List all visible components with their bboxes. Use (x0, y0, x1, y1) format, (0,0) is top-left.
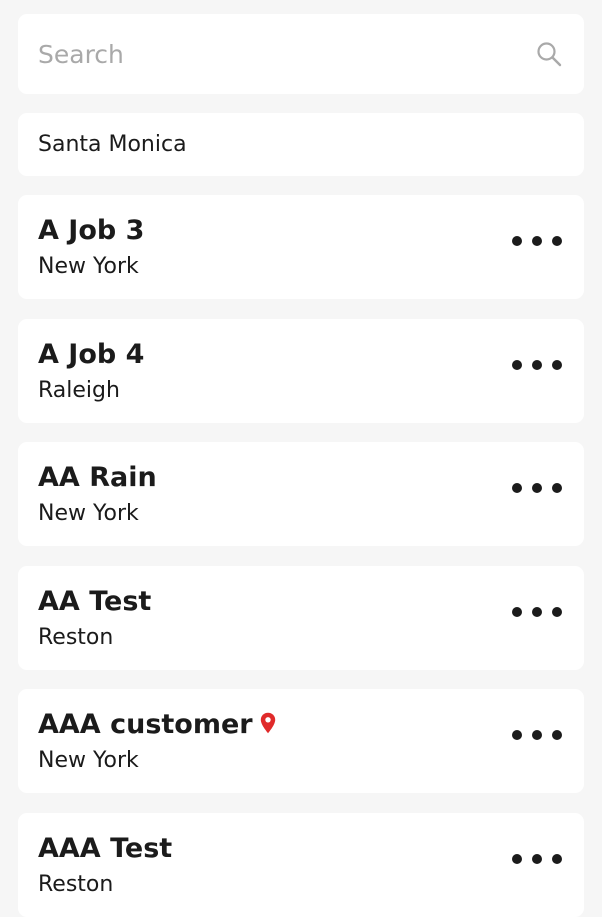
job-card[interactable]: AA Rain New York (18, 442, 584, 546)
search-bar[interactable] (18, 14, 584, 94)
job-title-row: AAA customer (38, 709, 276, 741)
more-options-icon[interactable] (512, 721, 562, 749)
job-city: New York (38, 254, 139, 279)
job-city: Reston (38, 625, 114, 650)
job-title-row: AA Test (38, 586, 151, 618)
job-city: New York (38, 501, 139, 526)
more-options-icon[interactable] (512, 351, 562, 379)
more-options-icon[interactable] (512, 598, 562, 626)
job-title: A Job 4 (38, 339, 145, 370)
job-city: Raleigh (38, 378, 120, 403)
search-input[interactable] (38, 14, 508, 94)
job-title-row: AA Rain (38, 462, 157, 494)
job-title-row: A Job 3 (38, 215, 144, 247)
location-filter-value: Santa Monica (38, 132, 187, 157)
job-title: AA Rain (38, 462, 157, 493)
more-options-icon[interactable] (512, 845, 562, 873)
job-title: AAA customer (38, 709, 253, 740)
job-card[interactable]: AAA Test Reston (18, 813, 584, 917)
job-title-row: AAA Test (38, 833, 172, 865)
job-card[interactable]: AAA customer New York (18, 689, 584, 793)
job-title: AAA Test (38, 833, 173, 864)
job-city: Reston (38, 872, 114, 897)
job-card[interactable]: AA Test Reston (18, 566, 584, 670)
job-card[interactable]: A Job 4 Raleigh (18, 319, 584, 423)
job-title-row: A Job 4 (38, 339, 144, 371)
search-icon[interactable] (536, 41, 562, 67)
more-options-icon[interactable] (512, 227, 562, 255)
job-card[interactable]: A Job 3 New York (18, 195, 584, 299)
job-title: A Job 3 (38, 215, 145, 246)
more-options-icon[interactable] (512, 474, 562, 502)
location-pin-icon (260, 712, 275, 734)
job-title: AA Test (38, 586, 152, 617)
job-city: New York (38, 748, 139, 773)
location-filter[interactable]: Santa Monica (18, 113, 584, 176)
